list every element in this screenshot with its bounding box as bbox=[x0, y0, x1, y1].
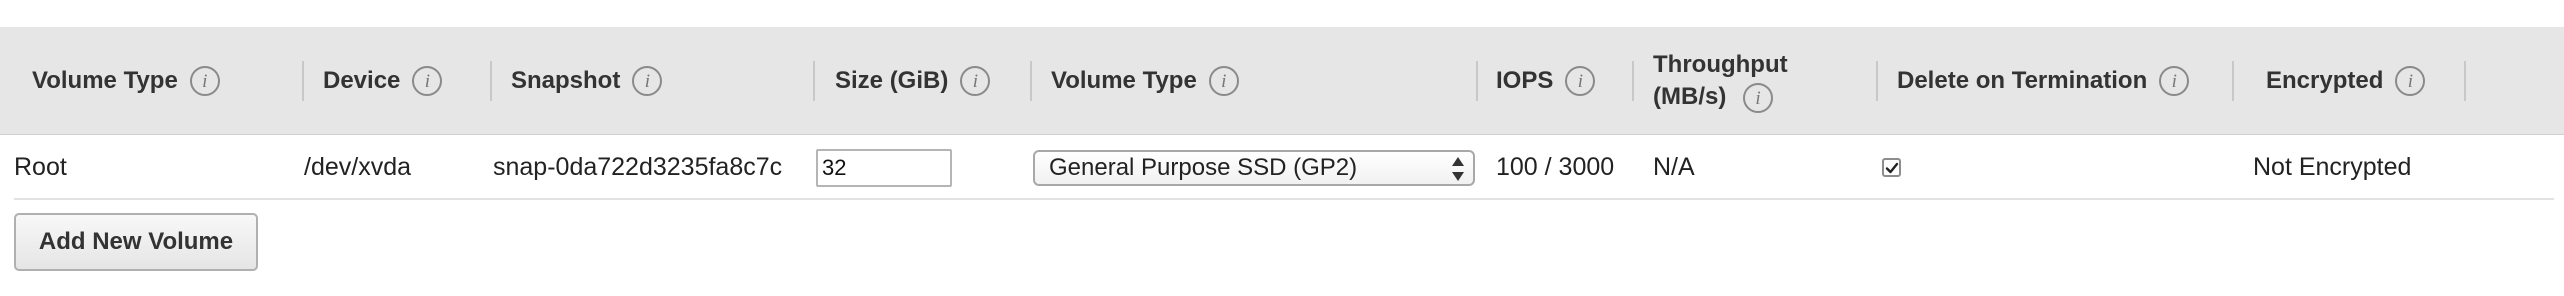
iops-cell: 100 / 3000 bbox=[1496, 153, 1615, 181]
info-icon[interactable]: i bbox=[960, 66, 991, 96]
info-icon[interactable]: i bbox=[1565, 66, 1596, 96]
size-input[interactable] bbox=[816, 148, 952, 187]
delete-on-termination-cell bbox=[1882, 135, 1901, 200]
column-header-throughput: Throughput (MB/s) bbox=[1653, 51, 1788, 110]
column-divider bbox=[490, 61, 492, 101]
info-icon[interactable]: i bbox=[1208, 66, 1239, 96]
info-icon[interactable]: i bbox=[632, 66, 663, 96]
device-cell: /dev/xvda bbox=[304, 153, 412, 181]
column-header-device: Device i bbox=[323, 27, 443, 135]
add-new-volume-button[interactable]: Add New Volume bbox=[14, 213, 258, 271]
column-divider bbox=[1632, 61, 1634, 101]
column-divider bbox=[2232, 61, 2234, 101]
volume-type-selected-value: General Purpose SSD (GP2) bbox=[1049, 153, 1358, 181]
checkmark-icon bbox=[1885, 162, 1898, 173]
info-icon[interactable]: i bbox=[2159, 66, 2190, 96]
table-row: Root /dev/xvda snap-0da722d3235fa8c7c Ge… bbox=[14, 135, 2554, 200]
column-header-delete-on-termination: Delete on Termination i bbox=[1897, 27, 2190, 135]
column-divider bbox=[1876, 61, 1878, 101]
select-arrows-icon bbox=[1451, 156, 1465, 181]
encrypted-cell: Not Encrypted bbox=[2253, 153, 2412, 181]
column-divider bbox=[1476, 61, 1478, 101]
column-divider bbox=[1030, 61, 1032, 101]
ebs-volume-type-cell: General Purpose SSD (GP2) bbox=[1033, 135, 1475, 200]
column-header-encrypted: Encrypted i bbox=[2266, 27, 2426, 135]
snapshot-cell: snap-0da722d3235fa8c7c bbox=[493, 153, 783, 181]
column-header-snapshot: Snapshot i bbox=[511, 27, 663, 135]
storage-volumes-panel: Volume Type i Device i Snapshot i Size (… bbox=[0, 0, 2564, 296]
delete-on-termination-checkbox[interactable] bbox=[1882, 158, 1901, 177]
column-header-ebs-volume-type: Volume Type i bbox=[1051, 27, 1239, 135]
info-icon[interactable]: i bbox=[189, 66, 220, 96]
info-icon[interactable]: i bbox=[2395, 66, 2426, 96]
column-divider bbox=[2464, 61, 2466, 101]
volume-type-select[interactable]: General Purpose SSD (GP2) bbox=[1033, 149, 1475, 186]
info-icon[interactable]: i bbox=[412, 66, 443, 96]
size-cell bbox=[816, 135, 952, 200]
column-header-volume-type: Volume Type i bbox=[32, 27, 220, 135]
volumes-table-header: Volume Type i Device i Snapshot i Size (… bbox=[0, 27, 2564, 135]
column-header-size: Size (GiB) i bbox=[835, 27, 991, 135]
throughput-cell: N/A bbox=[1653, 153, 1695, 181]
column-divider bbox=[813, 61, 815, 101]
info-icon[interactable]: i bbox=[1743, 83, 1773, 113]
volume-type-cell: Root bbox=[14, 153, 67, 181]
column-divider bbox=[302, 61, 304, 101]
column-header-iops: IOPS i bbox=[1496, 27, 1596, 135]
